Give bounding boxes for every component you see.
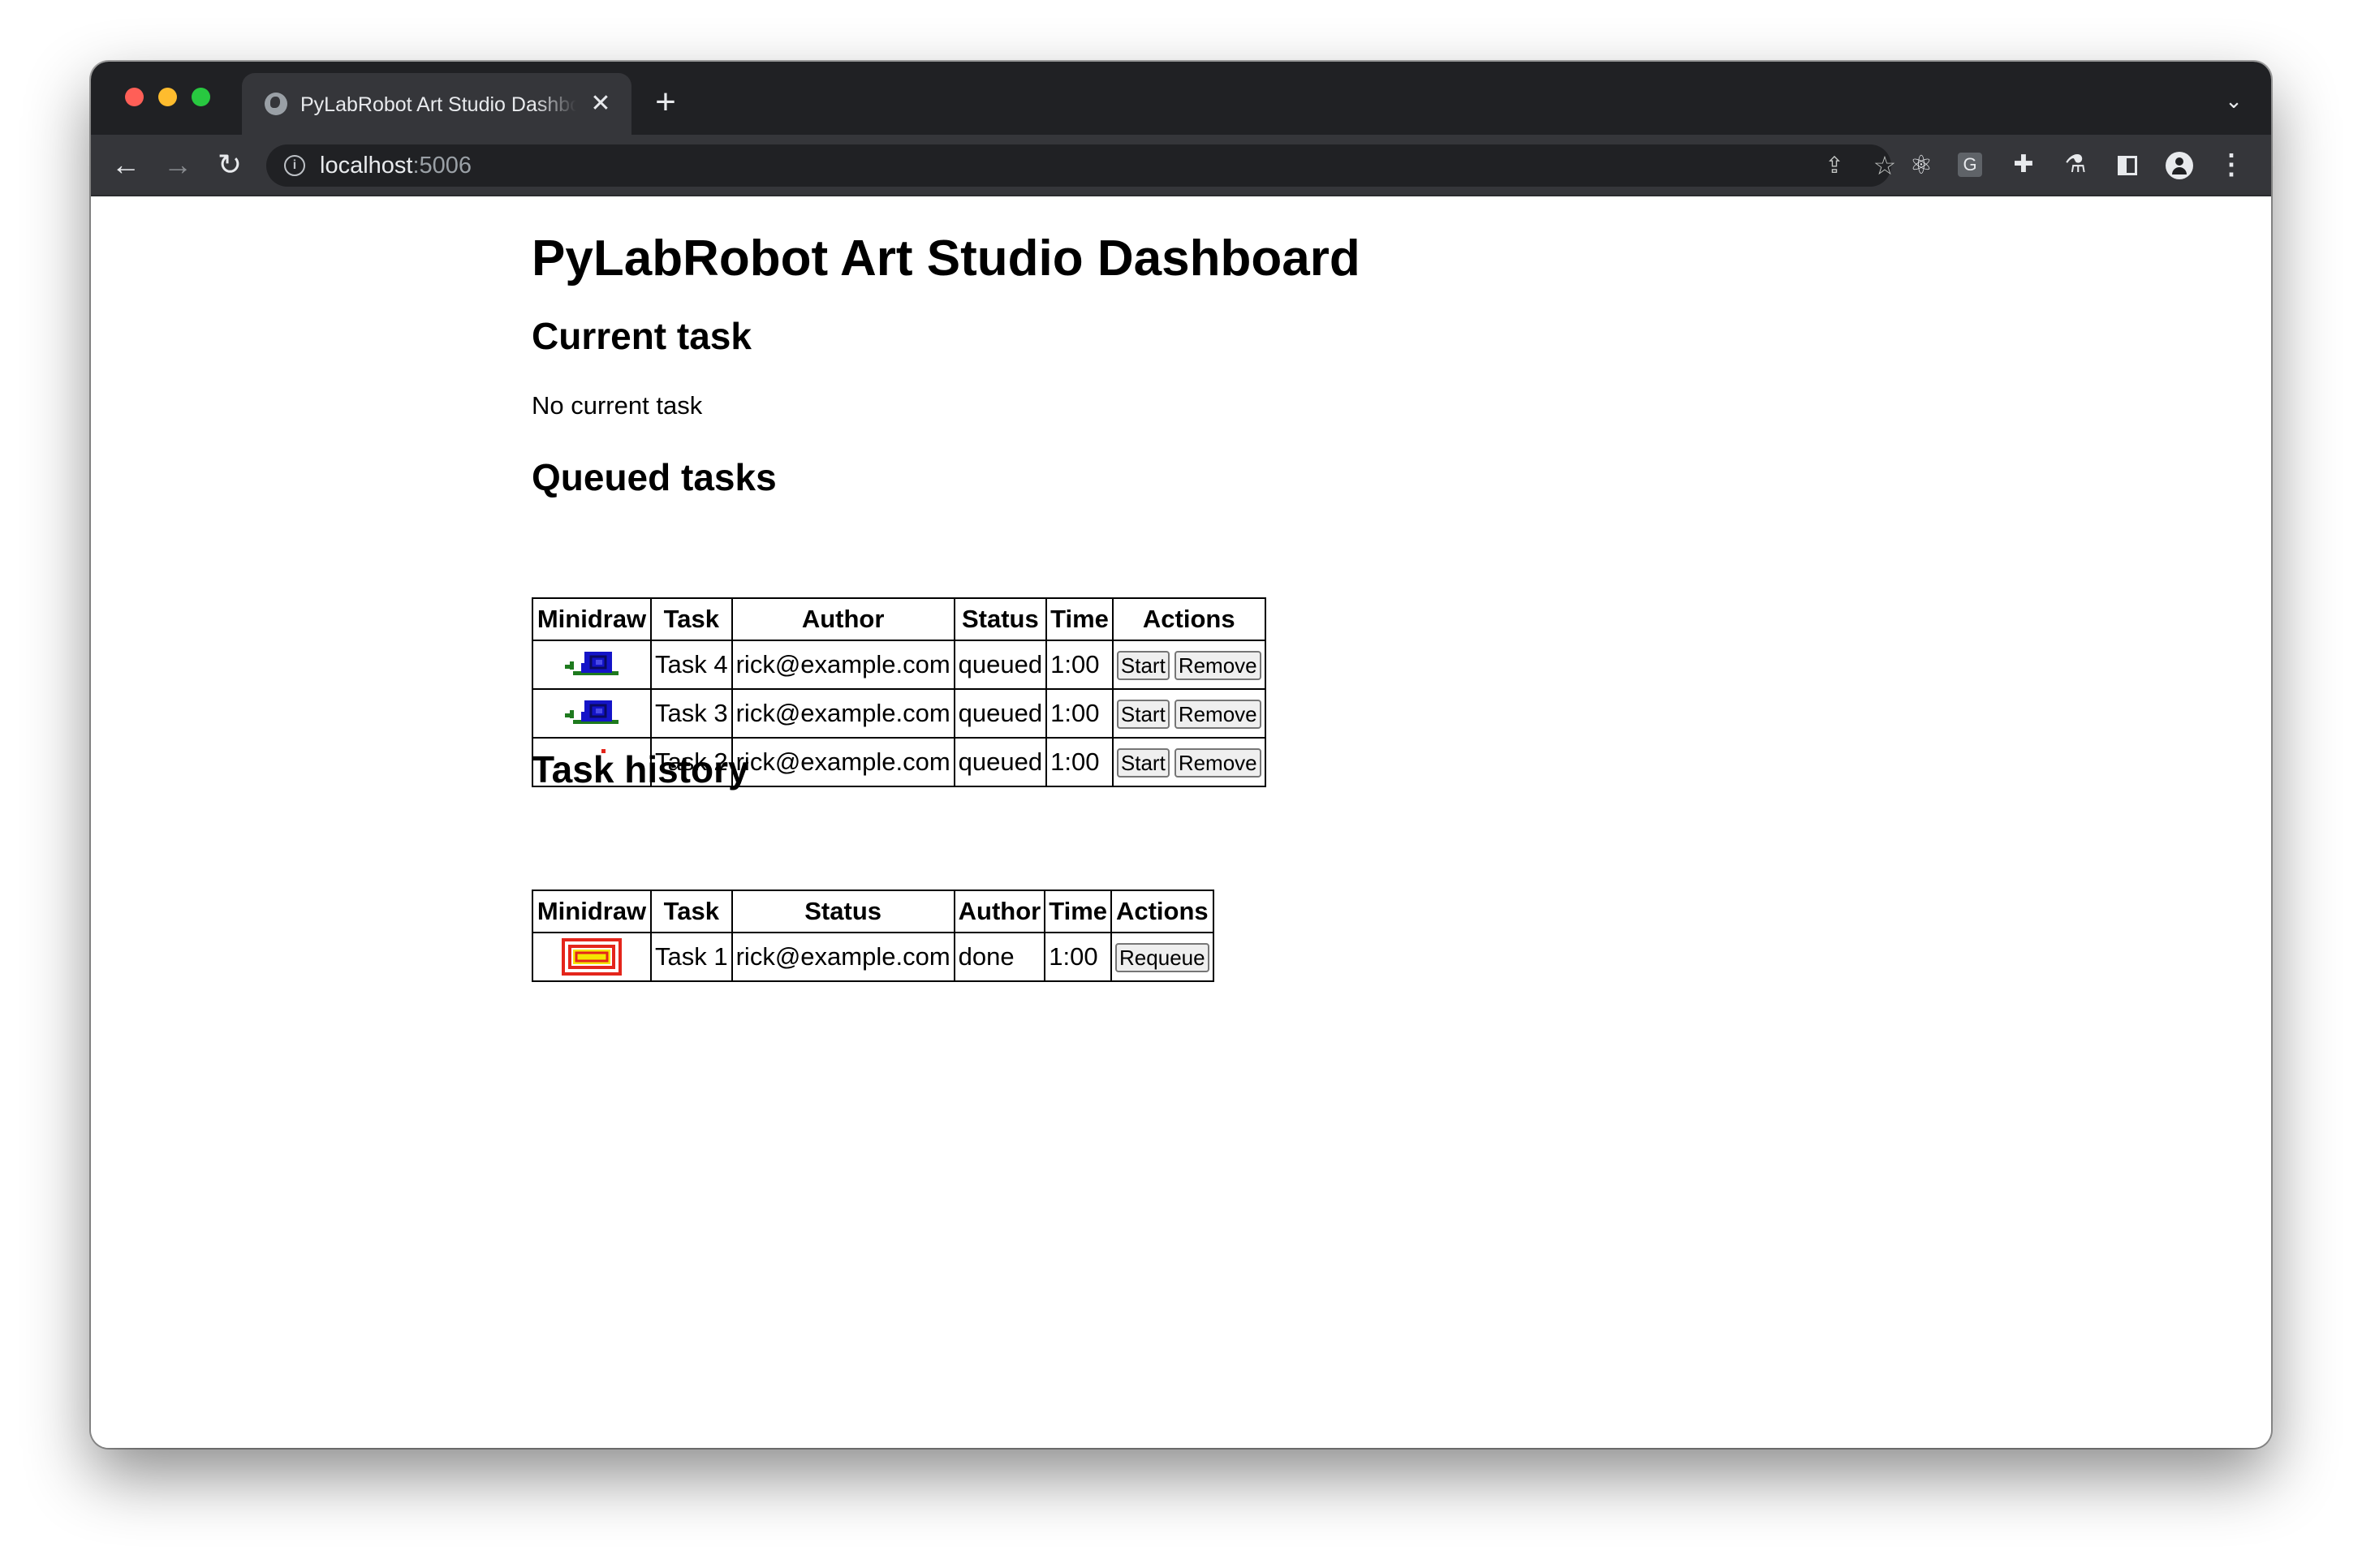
column-header: Status — [731, 890, 955, 933]
tab-title: PyLabRobot Art Studio Dashboard — [300, 93, 576, 116]
task-history-heading: Task history — [532, 748, 749, 790]
table-header-row: Minidraw Task Author Status Time Actions — [532, 597, 1266, 641]
extensions-puzzle-icon[interactable]: ✚ — [2008, 149, 2039, 180]
column-header: Minidraw — [532, 890, 652, 933]
task-time: 1:00 — [1045, 737, 1114, 787]
remove-button[interactable]: Remove — [1174, 747, 1261, 778]
task-name: Task 1 — [650, 932, 733, 982]
side-panel-icon[interactable] — [2112, 149, 2143, 180]
current-task-heading: Current task — [532, 315, 752, 357]
current-task-status: No current task — [532, 391, 703, 420]
snail-drawing-thumbnail — [565, 700, 619, 724]
table-row: Task 3 rick@example.com queued 1:00 Star… — [532, 688, 1266, 739]
tab-search-chevron-icon[interactable]: ⌄ — [2219, 86, 2248, 115]
actions-cell: Requeue — [1110, 932, 1214, 982]
page-viewport: PyLabRobot Art Studio Dashboard Current … — [91, 196, 2271, 1448]
task-name: Task 3 — [650, 688, 733, 739]
url-host: localhost — [320, 153, 413, 179]
column-header: Actions — [1110, 890, 1214, 933]
minidraw-cell — [532, 688, 652, 739]
task-status: done — [953, 932, 1046, 982]
minidraw-cell — [532, 932, 652, 982]
task-name: Task 4 — [650, 640, 733, 690]
column-header: Author — [953, 890, 1046, 933]
requeue-button[interactable]: Requeue — [1115, 942, 1209, 972]
more-menu-icon[interactable]: ⋮ — [2216, 149, 2247, 180]
browser-window: PyLabRobot Art Studio Dashboard ✕ + ⌄ ← … — [91, 62, 2271, 1448]
task-time: 1:00 — [1045, 688, 1114, 739]
share-icon[interactable]: ⇪ — [1820, 151, 1849, 180]
column-header: Minidraw — [532, 597, 652, 641]
column-header: Task — [650, 597, 733, 641]
new-tab-button[interactable]: + — [649, 84, 682, 120]
tab-close-icon[interactable]: ✕ — [588, 91, 614, 117]
remove-button[interactable]: Remove — [1174, 650, 1261, 680]
task-author: rick@example.com — [731, 688, 955, 739]
remove-button[interactable]: Remove — [1174, 699, 1261, 729]
column-header: Actions — [1111, 597, 1266, 641]
bookmark-star-icon[interactable]: ☆ — [1870, 151, 1899, 180]
react-devtools-icon[interactable]: ⚛ — [1906, 149, 1937, 180]
task-status: queued — [953, 737, 1048, 787]
snail-drawing-thumbnail — [565, 652, 619, 675]
zoom-window-button[interactable] — [192, 88, 210, 106]
column-header: Status — [953, 597, 1048, 641]
spiral-drawing-thumbnail — [562, 938, 622, 976]
task-author: rick@example.com — [731, 737, 955, 787]
column-header: Author — [731, 597, 955, 641]
start-button[interactable]: Start — [1116, 650, 1170, 680]
task-author: rick@example.com — [731, 932, 955, 982]
url-port: :5006 — [412, 153, 472, 179]
back-arrow-icon[interactable]: ← — [107, 146, 144, 183]
extension-g-icon[interactable]: G — [1958, 153, 1982, 177]
minimize-window-button[interactable] — [158, 88, 177, 106]
site-info-icon[interactable]: i — [284, 155, 305, 176]
table-row: Task 1 rick@example.com done 1:00 Requeu… — [532, 932, 1214, 982]
queued-tasks-heading: Queued tasks — [532, 456, 777, 498]
task-author: rick@example.com — [731, 640, 955, 690]
start-button[interactable]: Start — [1116, 747, 1170, 778]
tab-strip: PyLabRobot Art Studio Dashboard ✕ + ⌄ — [91, 62, 2271, 135]
close-window-button[interactable] — [125, 88, 144, 106]
labs-flask-icon[interactable]: ⚗ — [2060, 149, 2091, 180]
actions-cell: Start Remove — [1111, 737, 1266, 787]
task-history-table: Minidraw Task Status Author Time Actions — [532, 890, 1214, 982]
table-header-row: Minidraw Task Status Author Time Actions — [532, 890, 1214, 933]
start-button[interactable]: Start — [1116, 699, 1170, 729]
profile-avatar-icon[interactable] — [2164, 149, 2195, 180]
tab-active[interactable]: PyLabRobot Art Studio Dashboard ✕ — [242, 73, 631, 135]
url-text[interactable]: localhost:5006 — [320, 151, 472, 180]
table-row: Task 4 rick@example.com queued 1:00 Star… — [532, 640, 1266, 690]
page-title: PyLabRobot Art Studio Dashboard — [532, 230, 1360, 286]
task-status: queued — [953, 640, 1048, 690]
actions-cell: Start Remove — [1111, 640, 1266, 690]
task-status: queued — [953, 688, 1048, 739]
column-header: Time — [1044, 890, 1113, 933]
task-time: 1:00 — [1045, 640, 1114, 690]
globe-icon — [265, 93, 287, 115]
column-header: Task — [650, 890, 733, 933]
reload-icon[interactable]: ↻ — [211, 146, 248, 183]
forward-arrow-icon[interactable]: → — [159, 146, 196, 183]
actions-cell: Start Remove — [1111, 688, 1266, 739]
column-header: Time — [1045, 597, 1114, 641]
minidraw-cell — [532, 640, 652, 690]
address-bar[interactable]: i localhost:5006 ⇪ ☆ — [266, 144, 1896, 187]
task-time: 1:00 — [1044, 932, 1113, 982]
browser-toolbar: ← → ↻ i localhost:5006 ⇪ ☆ ⚛ G ✚ ⚗ ⋮ — [91, 135, 2271, 196]
